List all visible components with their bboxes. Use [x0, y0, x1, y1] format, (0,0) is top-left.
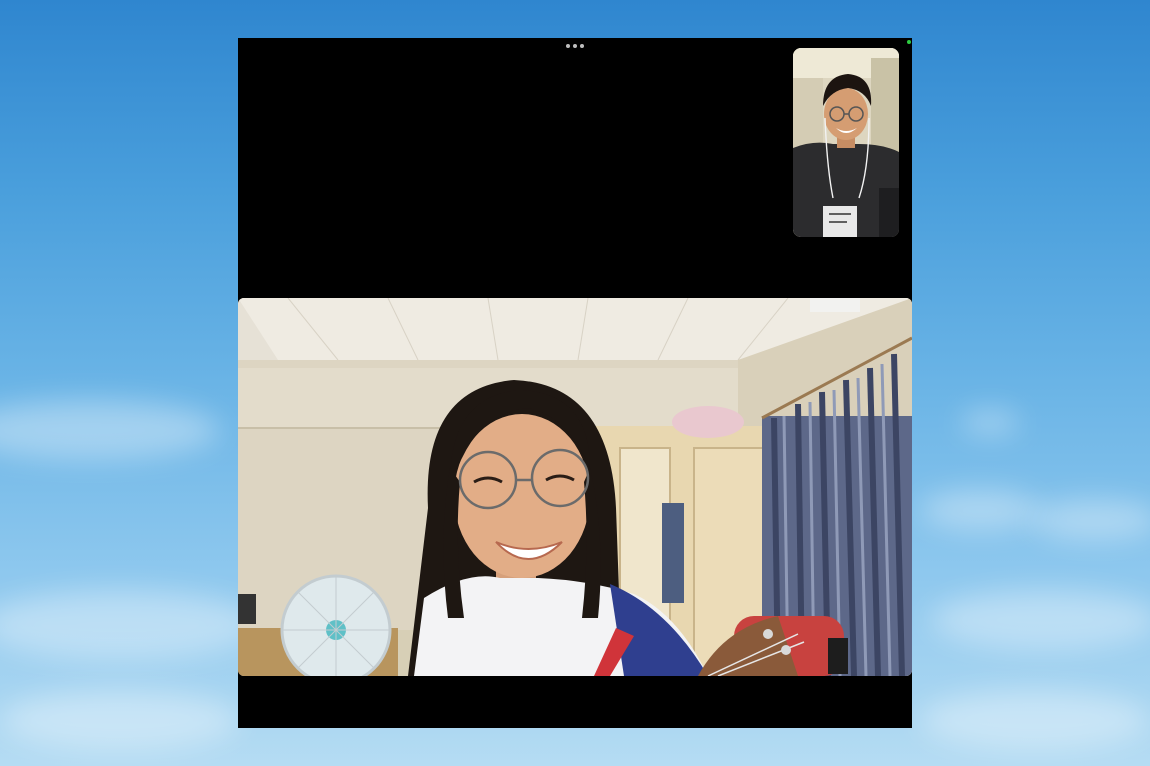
cloud [960, 410, 1020, 435]
cloud [0, 690, 240, 750]
facetime-window[interactable] [238, 38, 912, 728]
remote-video [238, 298, 912, 676]
cloud [0, 590, 260, 660]
cloud [920, 490, 1040, 530]
cloud [0, 400, 220, 460]
self-view-tile[interactable] [793, 48, 899, 237]
ellipsis-icon[interactable] [566, 44, 584, 48]
camera-indicator-dot [907, 40, 911, 44]
cloud [920, 690, 1150, 750]
self-view-video [793, 48, 899, 237]
cloud [1030, 500, 1150, 540]
remote-video-tile[interactable] [238, 298, 912, 676]
cloud [930, 590, 1150, 650]
